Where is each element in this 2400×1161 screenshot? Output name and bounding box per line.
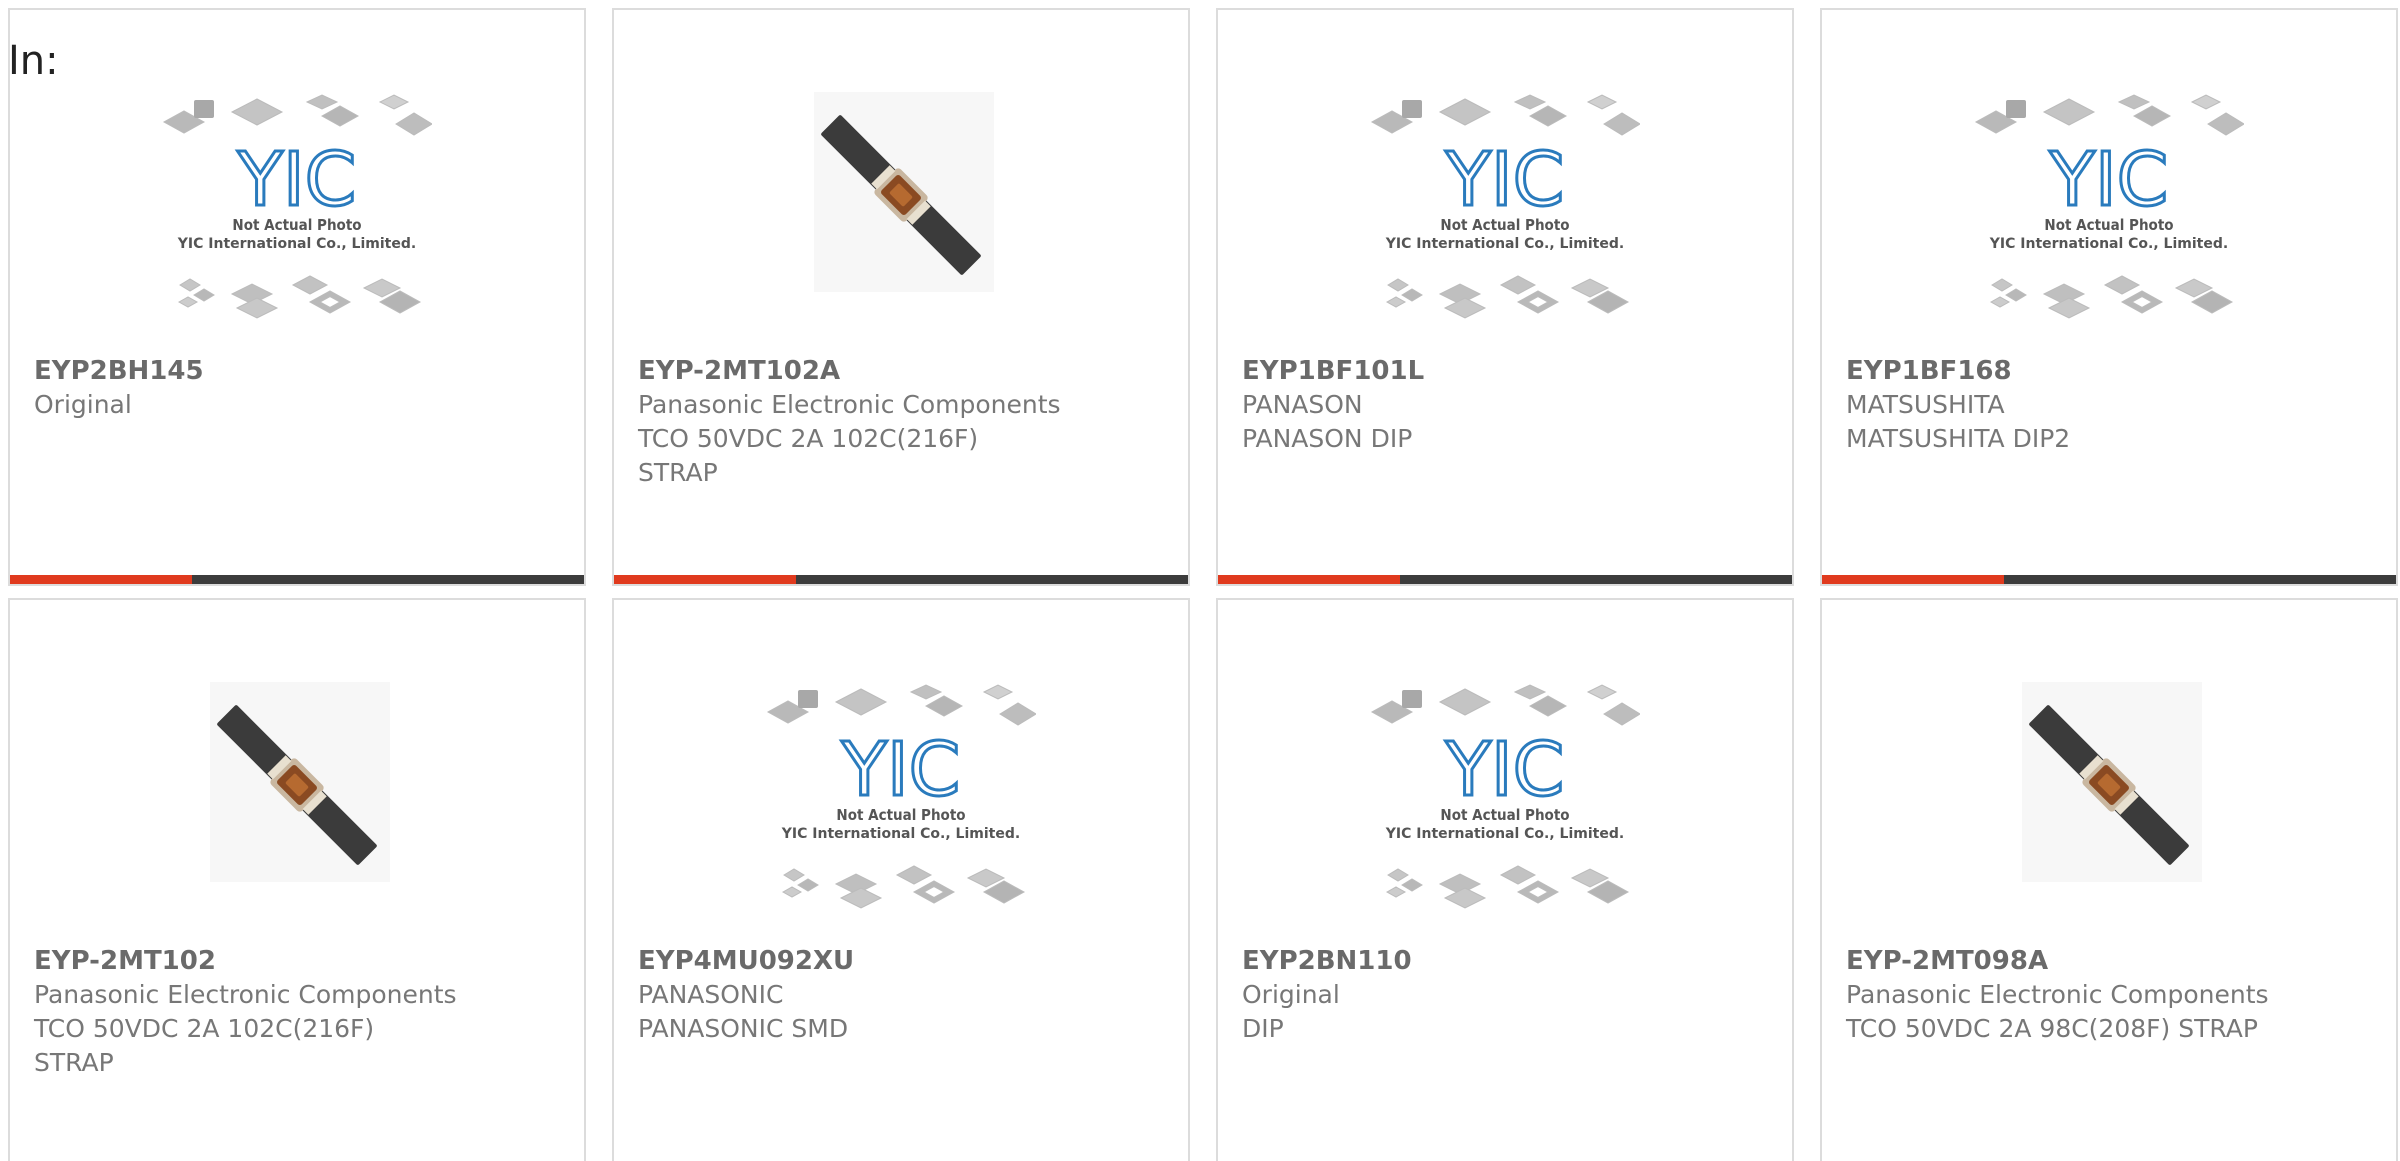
product-card[interactable]: YIC Not Actual Photo YIC International Co.… [1216, 8, 1794, 586]
product-detail-line: PANASONIC SMD [638, 1014, 849, 1043]
placeholder-photo-icon: YICNot Actual Photo YIC International Co.… [1974, 94, 2244, 319]
product-image[interactable] [614, 80, 1188, 350]
product-image[interactable] [1822, 670, 2396, 940]
product-detail-line: Original [1242, 980, 1340, 1009]
placeholder-photo-icon: YICNot Actual Photo YIC International Co.… [1370, 684, 1640, 909]
product-detail-line: TCO 50VDC 2A 98C(208F) STRAP [1846, 1014, 2258, 1043]
yic-logo: YIC [2049, 137, 2169, 223]
card-bar-accent [1822, 575, 2004, 584]
in-label: In: [8, 38, 59, 84]
not-actual-photo-text: Not Actual Photo [1440, 806, 1569, 824]
card-bar [614, 575, 1188, 584]
product-detail-line: MATSUSHITA DIP2 [1846, 424, 2071, 453]
product-part-number[interactable]: EYP1BF168 [1846, 354, 2376, 388]
product-card[interactable]: YIC Not Actual Photo YIC International Co.… [1820, 8, 2398, 586]
product-detail-line: Panasonic Electronic Components [34, 980, 457, 1009]
not-actual-photo-text: Not Actual Photo [232, 216, 361, 234]
company-name-text: YIC International Co., Limited. [781, 826, 1020, 842]
card-bar [10, 575, 584, 584]
placeholder-photo-icon: YICNot Actual Photo YIC International Co.… [766, 684, 1036, 909]
strap-fuse-icon [814, 92, 994, 292]
company-name-text: YIC International Co., Limited. [1385, 236, 1624, 252]
product-detail-line: TCO 50VDC 2A 102C(216F) [34, 1014, 375, 1043]
not-actual-photo-text: Not Actual Photo [2044, 216, 2173, 234]
product-detail-line: Panasonic Electronic Components [1846, 980, 2269, 1009]
product-detail-line: Original [34, 390, 132, 419]
product-image[interactable]: YIC Not Actual Photo YIC International Co.… [10, 80, 584, 350]
product-grid-page: In: YIC Not Actual Photo YIC International… [0, 0, 2400, 1161]
card-bar [1218, 575, 1792, 584]
card-bar [1822, 575, 2396, 584]
card-bar-accent [10, 575, 192, 584]
not-actual-photo-text: Not Actual Photo [1440, 216, 1569, 234]
product-detail-line: PANASON [1242, 390, 1363, 419]
product-card[interactable]: YIC Not Actual Photo YIC International Co.… [8, 8, 586, 586]
product-part-number[interactable]: EYP-2MT098A [1846, 944, 2376, 978]
product-part-number[interactable]: EYP4MU092XU [638, 944, 1168, 978]
product-detail-line: PANASONIC [638, 980, 784, 1009]
yic-logo: YIC [1445, 727, 1565, 813]
product-card[interactable]: EYP-2MT102A Panasonic Electronic Compone… [612, 8, 1190, 586]
strap-fuse-icon [2022, 682, 2202, 882]
product-part-number[interactable]: EYP1BF101L [1242, 354, 1772, 388]
product-card[interactable]: YIC Not Actual Photo YIC International Co.… [1216, 598, 1794, 1161]
strap-fuse-icon [210, 682, 390, 882]
placeholder-photo-icon: YICNot Actual Photo YIC International Co.… [162, 94, 432, 319]
product-part-number[interactable]: EYP2BN110 [1242, 944, 1772, 978]
product-detail-line: MATSUSHITA [1846, 390, 2005, 419]
product-part-number[interactable]: EYP2BH145 [34, 354, 564, 388]
product-detail-line: TCO 50VDC 2A 102C(216F) [638, 424, 979, 453]
product-image[interactable]: YIC Not Actual Photo YIC International Co.… [1822, 80, 2396, 350]
product-part-number[interactable]: EYP-2MT102A [638, 354, 1168, 388]
product-part-number[interactable]: EYP-2MT102 [34, 944, 564, 978]
product-image[interactable] [10, 670, 584, 940]
company-name-text: YIC International Co., Limited. [177, 236, 416, 252]
placeholder-photo-icon: YICNot Actual Photo YIC International Co.… [1370, 94, 1640, 319]
company-name-text: YIC International Co., Limited. [1989, 236, 2228, 252]
yic-logo: YIC [1445, 137, 1565, 223]
product-image[interactable]: YIC Not Actual Photo YIC International Co.… [1218, 670, 1792, 940]
product-detail-line: STRAP [34, 1048, 114, 1077]
product-detail-line: Panasonic Electronic Components [638, 390, 1061, 419]
product-detail-line: STRAP [638, 458, 718, 487]
product-card[interactable]: EYP-2MT102 Panasonic Electronic Componen… [8, 598, 586, 1161]
yic-logo: YIC [841, 727, 961, 813]
not-actual-photo-text: Not Actual Photo [836, 806, 965, 824]
card-bar-accent [614, 575, 796, 584]
product-card[interactable]: EYP-2MT098A Panasonic Electronic Compone… [1820, 598, 2398, 1161]
card-bar-accent [1218, 575, 1400, 584]
product-detail-line: DIP [1242, 1014, 1284, 1043]
product-card[interactable]: YIC Not Actual Photo YIC International Co.… [612, 598, 1190, 1161]
product-detail-line: PANASON DIP [1242, 424, 1413, 453]
product-image[interactable]: YIC Not Actual Photo YIC International Co.… [1218, 80, 1792, 350]
company-name-text: YIC International Co., Limited. [1385, 826, 1624, 842]
product-image[interactable]: YIC Not Actual Photo YIC International Co.… [614, 670, 1188, 940]
yic-logo: YIC [237, 137, 357, 223]
